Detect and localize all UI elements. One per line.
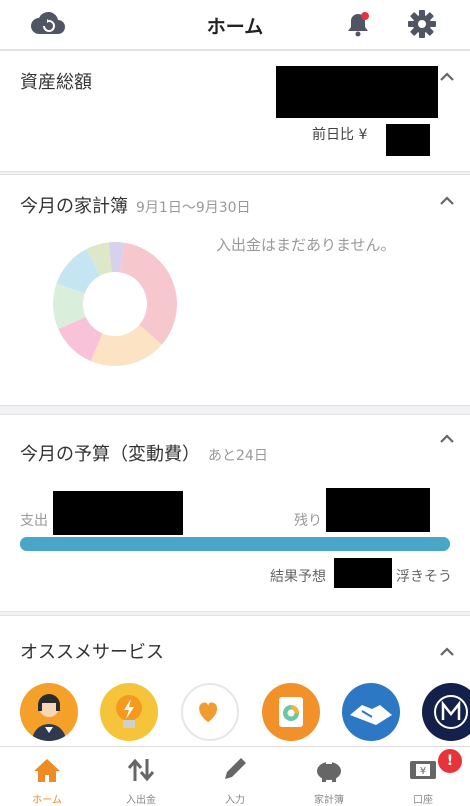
household-card[interactable]: 今月の家計簿 9月1日〜9月30日 — [0, 174, 470, 406]
tab-label: 口座 — [413, 795, 433, 806]
person-avatar-icon[interactable] — [20, 683, 78, 741]
svg-text:¥: ¥ — [420, 766, 426, 777]
redacted-diff-amount — [386, 124, 430, 156]
chevron-up-icon[interactable] — [438, 195, 456, 207]
redacted-remaining-amount — [326, 488, 430, 532]
gear-icon[interactable] — [406, 8, 438, 40]
forecast-label: 結果予想 — [270, 569, 326, 585]
heart-icon[interactable] — [181, 683, 239, 741]
empty-message: 入出金はまだありません。 — [216, 236, 396, 254]
household-title-text: 今月の家計簿 — [20, 196, 128, 217]
redacted-forecast-amount — [334, 558, 392, 588]
pencil-icon — [225, 758, 246, 779]
spent-label: 支出 — [20, 513, 48, 529]
services-title: オススメサービス — [20, 642, 164, 663]
household-title: 今月の家計簿 9月1日〜9月30日 — [20, 192, 251, 218]
budget-title: 今月の予算（変動費） あと24日 — [20, 440, 268, 466]
tab-label: 家計簿 — [314, 795, 344, 806]
budget-days-left: あと24日 — [208, 448, 268, 464]
budget-progress-bar — [20, 537, 450, 551]
page-title: ホーム — [206, 16, 264, 38]
assets-title: 資産総額 — [20, 72, 92, 93]
app-header: ホーム — [0, 0, 470, 50]
redacted-total-amount — [276, 66, 438, 118]
household-period: 9月1日〜9月30日 — [136, 200, 251, 216]
redacted-spent-amount — [53, 491, 183, 535]
tab-label: 入出金 — [126, 795, 156, 806]
piggy-bank-icon — [317, 762, 341, 782]
remaining-label: 残り — [294, 513, 322, 529]
chart-card-icon[interactable] — [262, 683, 320, 741]
bell-icon[interactable] — [344, 10, 372, 38]
tab-budget-book[interactable]: 家計簿 — [282, 747, 376, 806]
handshake-icon[interactable] — [342, 683, 400, 741]
home-icon — [34, 759, 60, 782]
budget-progress-fill — [20, 537, 450, 551]
tab-label: ホーム — [32, 795, 62, 806]
tab-transactions[interactable]: 入出金 — [94, 747, 188, 806]
tab-input[interactable]: 入力 — [188, 747, 282, 806]
tab-home[interactable]: ホーム — [0, 747, 94, 806]
budget-title-text: 今月の予算（変動費） — [20, 444, 200, 465]
account-card-icon: ¥ — [410, 761, 436, 779]
lightbulb-icon[interactable] — [100, 683, 158, 741]
chevron-up-icon[interactable] — [438, 71, 456, 83]
assets-diff-label: 前日比 ¥ — [312, 127, 368, 143]
bottom-tab-bar: ホーム 入出金 入力 家計簿 ¥ 口座 — [0, 746, 470, 806]
swap-arrows-icon — [127, 758, 155, 782]
forecast-suffix: 浮きそう — [396, 569, 452, 585]
chevron-up-icon[interactable] — [438, 646, 456, 658]
category-donut-chart — [53, 242, 177, 366]
account-alert-badge: ! — [438, 749, 462, 773]
chevron-up-icon[interactable] — [438, 433, 456, 445]
tab-label: 入力 — [225, 795, 245, 806]
